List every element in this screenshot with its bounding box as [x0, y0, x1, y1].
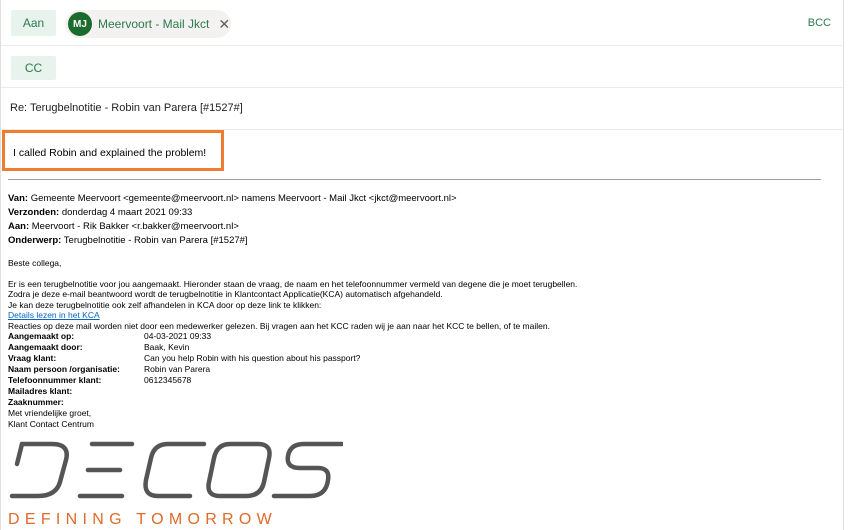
recipient-avatar: MJ	[68, 12, 92, 36]
cc-button[interactable]: CC	[11, 56, 56, 80]
to-button[interactable]: Aan	[11, 10, 56, 36]
quoted-sent: Verzonden: donderdag 4 maart 2021 09:33	[8, 207, 193, 218]
details-table: Aangemaakt op: 04-03-2021 09:33 Aangemaak…	[8, 331, 360, 408]
body-line-4: Reacties op deze mail worden niet door e…	[8, 320, 550, 331]
body-line-1: Er is een terugbelnotitie voor jou aange…	[8, 278, 578, 289]
table-row: Mailadres klant:	[8, 386, 73, 396]
subject-field[interactable]: Re: Terugbelnotitie - Robin van Parera […	[10, 102, 243, 114]
quoted-subject: Onderwerp: Terugbelnotitie - Robin van P…	[8, 235, 248, 246]
window-border-right	[843, 0, 844, 530]
recipient-name: Meervoort - Mail Jkct	[98, 17, 210, 31]
to-row: Aan MJ Meervoort - Mail Jkct ✕ BCC	[1, 0, 843, 46]
quoted-header: Van: Gemeente Meervoort <gemeente@meervo…	[8, 192, 457, 248]
table-row: Naam persoon /organisatie: Robin van Pare…	[8, 364, 211, 374]
reply-text: I called Robin and explained the problem…	[13, 147, 207, 159]
reply-highlight: I called Robin and explained the problem…	[2, 130, 224, 171]
table-row: Aangemaakt door: Baak, Kevin	[8, 342, 190, 352]
closing: Met vriendelijke groet,	[8, 408, 92, 418]
kca-details-link[interactable]: Details lezen in het KCA	[8, 310, 100, 320]
table-row: Aangemaakt op: 04-03-2021 09:33	[8, 331, 212, 341]
subject-row[interactable]: Re: Terugbelnotitie - Robin van Parera […	[1, 88, 843, 130]
decos-tagline: DEFINING TOMORROW	[8, 511, 278, 528]
greeting: Beste collega,	[8, 258, 62, 268]
body-line-3: Je kan deze terugbelnotitie ook zelf afh…	[8, 299, 322, 310]
quoted-to: Aan: Meervoort - Rik Bakker <r.bakker@me…	[8, 221, 239, 232]
table-row: Zaaknummer:	[8, 397, 64, 407]
quote-separator	[8, 179, 821, 180]
reply-body-text[interactable]: I called Robin and explained the problem…	[13, 147, 206, 159]
remove-recipient-icon[interactable]: ✕	[218, 16, 230, 33]
bcc-button[interactable]: BCC	[808, 17, 831, 29]
signature: Klant Contact Centrum	[8, 418, 94, 429]
table-row: Vraag klant: Can you help Robin with his …	[8, 353, 361, 363]
quoted-body: Beste collega, Er is een terugbelnotitie…	[8, 258, 838, 429]
table-row: Telefoonnummer klant: 0612345678	[8, 375, 192, 385]
body-line-2: Zodra je deze e-mail beantwoord wordt de…	[8, 289, 443, 299]
quoted-from: Van: Gemeente Meervoort <gemeente@meervo…	[8, 193, 457, 204]
cc-row: CC	[1, 46, 843, 88]
recipient-chip[interactable]: MJ Meervoort - Mail Jkct ✕	[65, 10, 231, 38]
